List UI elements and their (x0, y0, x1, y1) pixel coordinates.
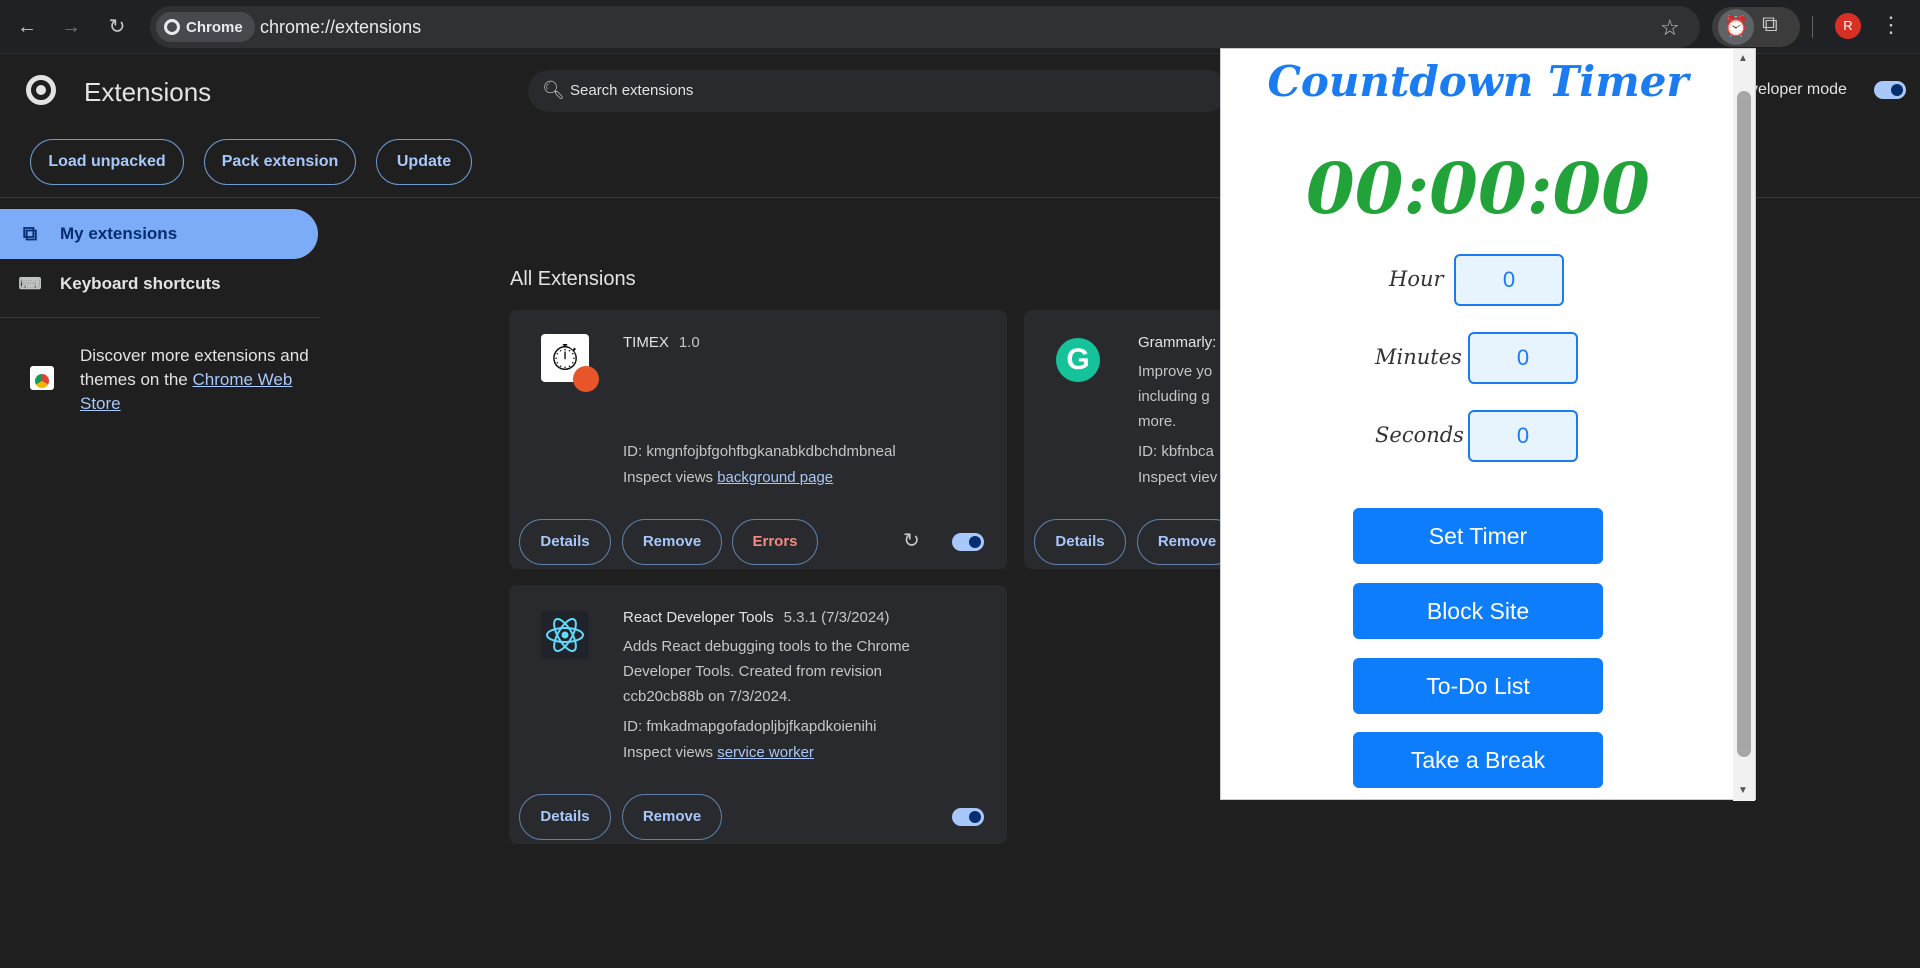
details-button[interactable]: Details (519, 794, 611, 840)
extension-card-react-devtools: React Developer Tools 5.3.1 (7/3/2024) Ad… (509, 585, 1007, 844)
section-title: All Extensions (510, 268, 636, 290)
address-bar[interactable]: Chrome chrome://extensions ☆ (150, 6, 1700, 48)
reload-icon[interactable]: ↻ (102, 12, 132, 42)
inspect-views: Inspect viev (1138, 469, 1218, 486)
load-unpacked-button[interactable]: Load unpacked (30, 139, 184, 185)
seconds-input[interactable]: 0 (1468, 410, 1578, 462)
details-button[interactable]: Details (1034, 519, 1126, 565)
inspect-prefix: Inspect views (623, 469, 718, 486)
record-badge-icon (573, 366, 599, 392)
inspect-views: Inspect views background page (623, 469, 833, 486)
timer-extension-icon[interactable]: ⏰ (1718, 9, 1754, 45)
page-title: Extensions (84, 77, 212, 107)
extension-card-timex: ⏱ TIMEX 1.0 ID: kmgnfojbfgohfbgkanabkdbch… (509, 310, 1007, 569)
service-worker-link[interactable]: service worker (717, 744, 814, 761)
enable-toggle[interactable] (952, 533, 984, 551)
take-a-break-button[interactable]: Take a Break (1353, 732, 1603, 788)
bookmark-star-icon[interactable]: ☆ (1660, 15, 1680, 41)
reload-extension-icon[interactable]: ↻ (903, 528, 920, 553)
timer-display: 00:00:00 (1306, 147, 1650, 230)
extension-title: TIMEX (623, 334, 669, 351)
developer-mode-toggle[interactable] (1874, 81, 1906, 99)
inspect-views: Inspect views service worker (623, 744, 814, 761)
extension-name: React Developer Tools 5.3.1 (7/3/2024) (623, 609, 890, 626)
extension-name: TIMEX 1.0 (623, 334, 700, 351)
desc-line: Adds React debugging tools to the Chrome (623, 638, 910, 655)
url-text[interactable]: chrome://extensions (260, 17, 421, 38)
minutes-label: Minutes (1375, 345, 1462, 369)
chrome-web-store-icon (30, 366, 54, 390)
extension-id: ID: kmgnfojbfgohfbgkanabkdbchdmbneal (623, 443, 896, 460)
hour-input[interactable]: 0 (1454, 254, 1564, 306)
profile-avatar[interactable]: R (1835, 13, 1861, 39)
enable-toggle[interactable] (952, 808, 984, 826)
extension-id: ID: fmkadmapgofadopljbjfkapdkoienihi (623, 718, 877, 735)
scroll-up-icon[interactable]: ▲ (1738, 53, 1748, 64)
extension-version: 1.0 (678, 334, 700, 351)
remove-button[interactable]: Remove (622, 519, 722, 565)
inspect-prefix: Inspect views (623, 744, 718, 761)
scroll-down-icon[interactable]: ▼ (1738, 785, 1748, 796)
details-button[interactable]: Details (519, 519, 611, 565)
set-timer-button[interactable]: Set Timer (1353, 508, 1603, 564)
forward-arrow-icon[interactable]: → (56, 12, 86, 42)
chip-label: Chrome (186, 18, 243, 36)
background-page-link[interactable]: background page (717, 469, 833, 486)
search-box[interactable]: 🔍︎ Search extensions (528, 70, 1228, 112)
sidebar-item-keyboard-shortcuts[interactable]: ⌨ Keyboard shortcuts (0, 259, 318, 309)
popup-scrollbar[interactable]: ▲ ▼ (1733, 49, 1755, 801)
extension-name: Grammarly: (1138, 334, 1217, 351)
toolbar-divider (1812, 16, 1813, 38)
extension-version: 5.3.1 (7/3/2024) (783, 609, 890, 626)
chrome-logo-icon (26, 75, 56, 105)
search-input[interactable]: Search extensions (570, 82, 693, 99)
site-chip[interactable]: Chrome (156, 12, 255, 42)
extension-id: ID: kbfnbca (1138, 443, 1214, 460)
keyboard-icon: ⌨ (18, 276, 42, 293)
menu-kebab-icon[interactable]: ⋮ (1880, 12, 1902, 38)
minutes-input[interactable]: 0 (1468, 332, 1578, 384)
discover-text: Discover more extensions and themes on t… (80, 344, 320, 416)
sidebar-item-label: Keyboard shortcuts (60, 274, 221, 293)
extensions-puzzle-icon[interactable]: ⧉ (1762, 11, 1778, 37)
grammarly-logo-icon: G (1056, 338, 1100, 382)
todo-list-button[interactable]: To-Do List (1353, 658, 1603, 714)
hour-label: Hour (1389, 267, 1444, 291)
search-icon: 🔍︎ (542, 80, 565, 100)
puzzle-icon: ⧉ (22, 222, 38, 245)
countdown-timer-popup: Countdown Timer 00:00:00 Hour 0 Minutes … (1220, 48, 1756, 801)
update-button[interactable]: Update (376, 139, 472, 185)
browser-toolbar: ← → ↻ Chrome chrome://extensions ☆ ⏰ ⧉ R… (0, 0, 1920, 54)
extension-title: React Developer Tools (623, 609, 774, 626)
react-atom-icon (546, 618, 584, 652)
block-site-button[interactable]: Block Site (1353, 583, 1603, 639)
seconds-label: Seconds (1375, 423, 1464, 447)
sidebar-item-my-extensions[interactable]: ⧉ My extensions (0, 209, 318, 259)
sidebar-divider (0, 317, 320, 318)
scrollbar-thumb[interactable] (1737, 91, 1751, 757)
errors-button[interactable]: Errors (732, 519, 818, 565)
stopwatch-icon: ⏱ (541, 334, 599, 392)
popup-title: Countdown Timer (1267, 57, 1689, 106)
desc-line: Developer Tools. Created from revision (623, 663, 883, 680)
chrome-logo-icon (164, 19, 180, 35)
react-logo-icon (541, 611, 589, 659)
back-arrow-icon[interactable]: ← (12, 12, 42, 42)
remove-button[interactable]: Remove (622, 794, 722, 840)
developer-mode-label: veloper mode (1750, 81, 1847, 98)
sidebar-item-label: My extensions (60, 224, 178, 243)
pack-extension-button[interactable]: Pack extension (204, 139, 356, 185)
extension-description: Adds React debugging tools to the Chrome… (623, 634, 983, 709)
desc-line: ccb20cb88b on 7/3/2024. (623, 688, 792, 705)
